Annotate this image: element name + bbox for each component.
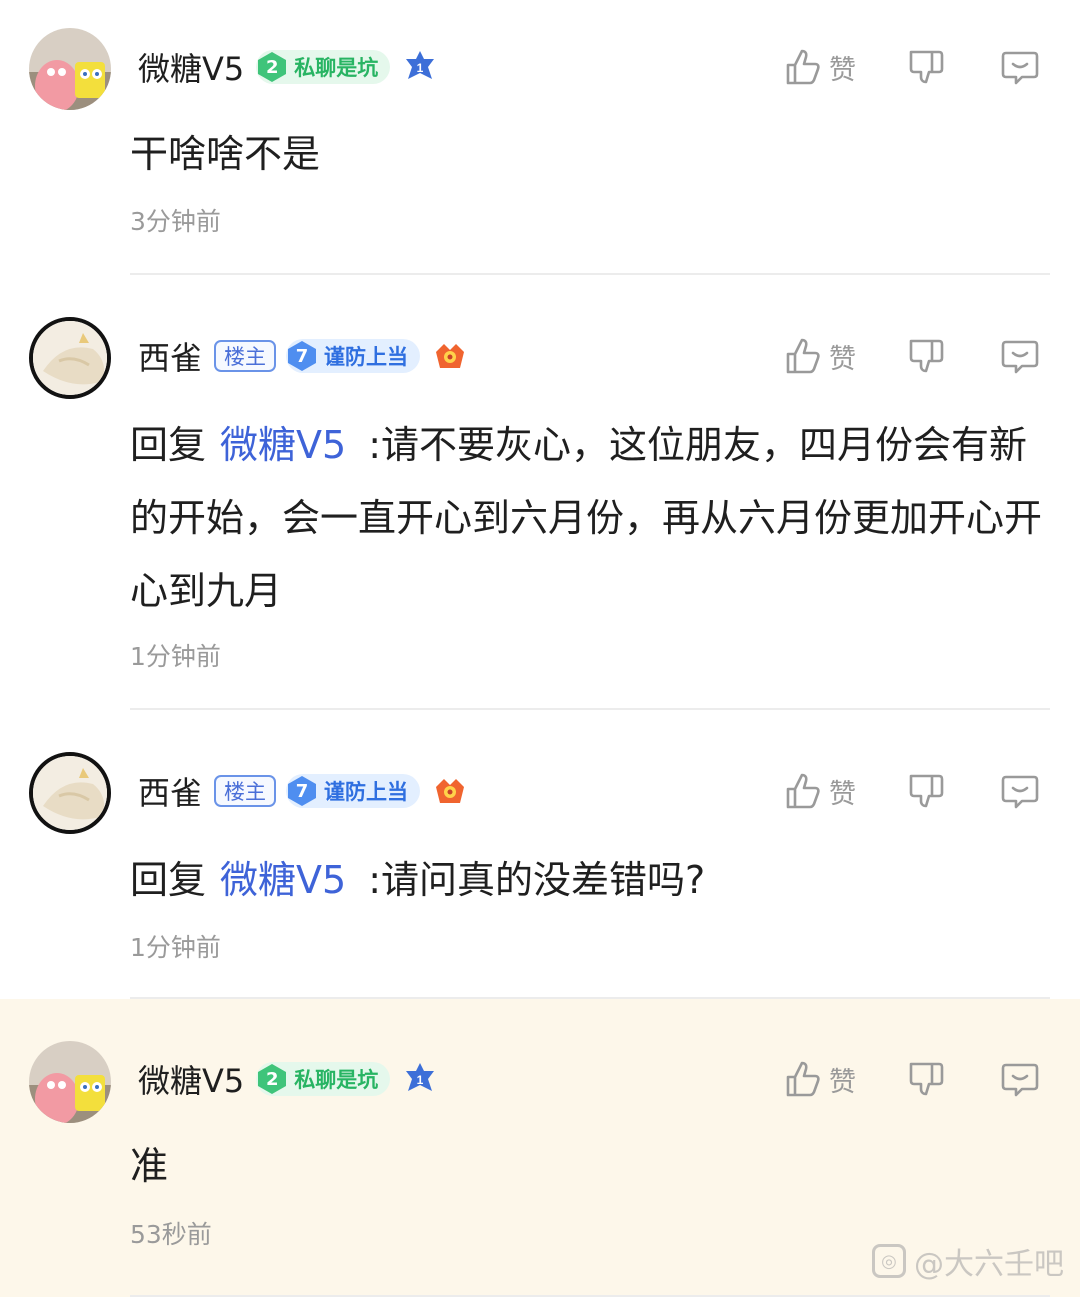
- reply-bubble-icon: [1001, 51, 1039, 85]
- like-label: 赞: [829, 54, 856, 86]
- comment-actions: 赞: [783, 44, 1040, 90]
- level-title: 私聊是坑: [294, 1068, 379, 1092]
- level-gem-icon: 7: [286, 340, 318, 372]
- thumbs-down-icon: [909, 339, 944, 373]
- reply-button[interactable]: [1000, 47, 1040, 87]
- level-badge: 7 谨防上当: [286, 339, 421, 373]
- mention-link[interactable]: 微糖V5: [220, 858, 346, 902]
- username[interactable]: 微糖V5: [138, 44, 244, 90]
- comment-list: 微糖V5 2 私聊是坑 1 赞 干啥啥不是 3分钟前 西雀 楼主 7 谨防上当 …: [0, 0, 1080, 1297]
- level-title: 谨防上当: [324, 345, 409, 369]
- comment-item: 西雀 楼主 7 谨防上当 赞: [0, 275, 1080, 710]
- comment-item: 微糖V5 2 私聊是坑 1 赞 干啥啥不是 3分钟前: [0, 0, 1080, 275]
- fire-badge-icon: [432, 773, 468, 809]
- thumbs-down-icon: [909, 1062, 944, 1096]
- reply-button[interactable]: [1000, 1059, 1040, 1099]
- thumbs-down-icon: [909, 774, 944, 808]
- level-gem-icon: 2: [256, 1063, 288, 1095]
- user-info: 微糖V5 2 私聊是坑 1: [138, 1056, 438, 1102]
- dislike-button[interactable]: [906, 47, 946, 87]
- reply-bubble-icon: [1001, 1063, 1039, 1097]
- like-label: 赞: [829, 778, 856, 810]
- dislike-button[interactable]: [906, 771, 946, 811]
- owner-tag: 楼主: [214, 775, 277, 807]
- avatar[interactable]: [29, 1041, 111, 1123]
- username[interactable]: 微糖V5: [138, 1056, 244, 1102]
- avatar[interactable]: [29, 752, 111, 834]
- username[interactable]: 西雀: [138, 333, 202, 379]
- dislike-button[interactable]: [906, 1059, 946, 1099]
- reply-content: :请问真的没差错吗?: [368, 858, 706, 902]
- comment-time: 1分钟前: [130, 642, 221, 671]
- fire-badge-icon: [432, 338, 468, 374]
- like-label: 赞: [829, 343, 856, 375]
- rank-badge-icon: 1: [402, 49, 438, 85]
- comment-text: 回复 微糖V5 :请问真的没差错吗?: [130, 844, 1050, 917]
- comment-time: 3分钟前: [130, 207, 221, 236]
- user-info: 微糖V5 2 私聊是坑 1: [138, 44, 438, 90]
- avatar[interactable]: [29, 317, 111, 399]
- reply-bubble-icon: [1001, 775, 1039, 809]
- comment-actions: 赞: [783, 333, 1040, 379]
- comment-actions: 赞: [783, 768, 1040, 814]
- reply-prefix: 回复: [130, 423, 207, 467]
- thumbs-up-icon: [786, 773, 820, 809]
- level-badge: 2 私聊是坑: [256, 50, 391, 84]
- level-title: 私聊是坑: [294, 56, 379, 80]
- svg-text:1: 1: [417, 61, 424, 75]
- level-gem-icon: 2: [256, 51, 288, 83]
- level-badge: 2 私聊是坑: [256, 1062, 391, 1096]
- user-info: 西雀 楼主 7 谨防上当: [138, 333, 468, 379]
- owner-tag: 楼主: [214, 340, 277, 372]
- like-button[interactable]: 赞: [783, 336, 906, 376]
- level-title: 谨防上当: [324, 780, 409, 804]
- comment-text: 准: [130, 1144, 169, 1188]
- thumbs-up-icon: [786, 1061, 820, 1097]
- reply-prefix: 回复: [130, 858, 207, 902]
- comment-item: 西雀 楼主 7 谨防上当 赞: [0, 710, 1080, 999]
- dislike-button[interactable]: [906, 336, 946, 376]
- level-gem-icon: 7: [286, 775, 318, 807]
- comment-text: 回复 微糖V5:请不要灰心，这位朋友，四月份会有新的开始，会一直开心到六月份，再从…: [130, 409, 1050, 628]
- comment-time: 53秒前: [130, 1220, 212, 1249]
- reply-bubble-icon: [1001, 340, 1039, 374]
- level-badge: 7 谨防上当: [286, 774, 421, 808]
- rank-badge-icon: 1: [402, 1061, 438, 1097]
- thumbs-down-icon: [909, 50, 944, 84]
- like-button[interactable]: 赞: [783, 771, 906, 811]
- avatar[interactable]: [29, 28, 111, 110]
- comment-text: 干啥啥不是: [130, 132, 321, 176]
- thumbs-up-icon: [786, 49, 820, 85]
- mention-link[interactable]: 微糖V5: [220, 423, 346, 467]
- watermark: ◎ @大六壬吧: [872, 1239, 1064, 1283]
- watermark-text: @大六壬吧: [914, 1247, 1064, 1282]
- reply-button[interactable]: [1000, 771, 1040, 811]
- like-label: 赞: [829, 1066, 856, 1098]
- svg-text:1: 1: [417, 1073, 424, 1087]
- like-button[interactable]: 赞: [783, 47, 906, 87]
- comment-actions: 赞: [783, 1056, 1040, 1102]
- watermark-logo-icon: ◎: [872, 1244, 906, 1278]
- reply-button[interactable]: [1000, 336, 1040, 376]
- like-button[interactable]: 赞: [783, 1059, 906, 1099]
- username[interactable]: 西雀: [138, 768, 202, 814]
- thumbs-up-icon: [786, 338, 820, 374]
- user-info: 西雀 楼主 7 谨防上当: [138, 768, 468, 814]
- comment-time: 1分钟前: [130, 933, 221, 962]
